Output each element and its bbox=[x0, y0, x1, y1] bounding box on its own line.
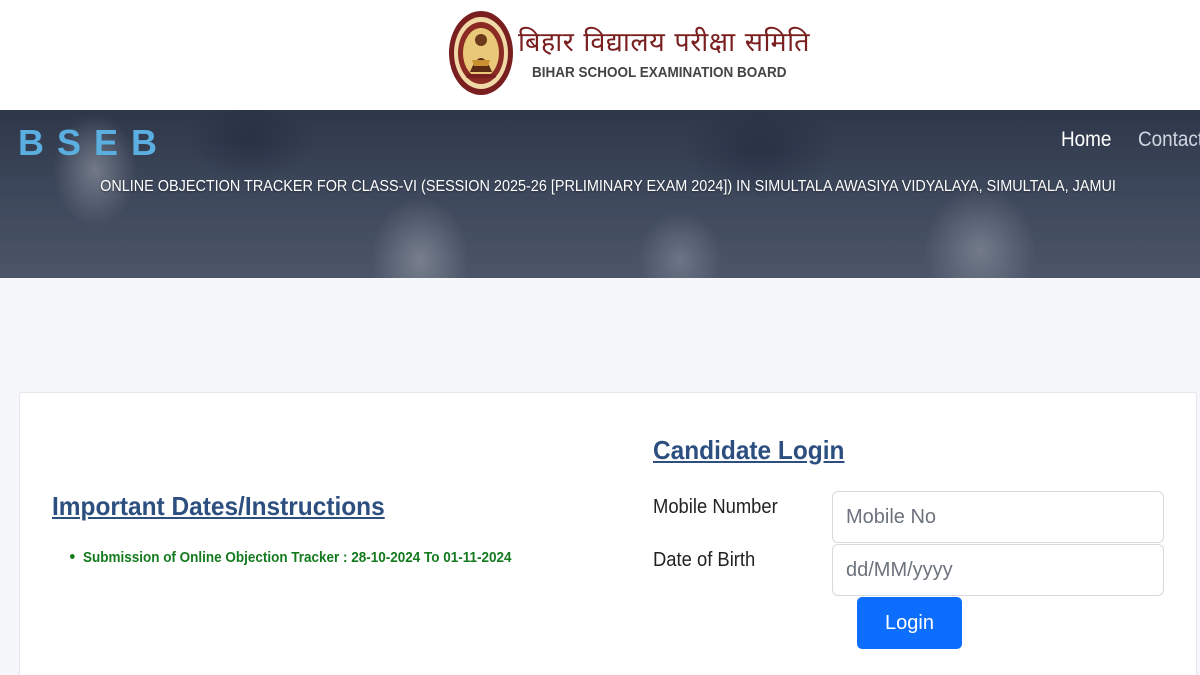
instruction-text: Submission of Online Objection Tracker :… bbox=[83, 550, 512, 566]
mobile-label: Mobile Number bbox=[653, 496, 778, 518]
content-card: Important Dates/Instructions Submission … bbox=[19, 392, 1197, 675]
mobile-input[interactable] bbox=[832, 491, 1164, 543]
logo-english-text: BIHAR SCHOOL EXAMINATION BOARD bbox=[532, 64, 787, 81]
page-title: ONLINE OBJECTION TRACKER FOR CLASS-VI (S… bbox=[100, 178, 1116, 195]
site-header: बिहार विद्यालय परीक्षा समिति BIHAR SCHOO… bbox=[0, 0, 1200, 110]
login-heading: Candidate Login bbox=[653, 435, 845, 465]
nav-contact-link[interactable]: Contact bbox=[1138, 128, 1200, 152]
brand-title[interactable]: BSEB bbox=[18, 122, 170, 164]
list-item: Submission of Online Objection Tracker :… bbox=[70, 550, 511, 566]
instructions-heading: Important Dates/Instructions bbox=[52, 491, 385, 521]
bullet-icon bbox=[70, 553, 75, 559]
instructions-list: Submission of Online Objection Tracker :… bbox=[70, 550, 545, 566]
login-button[interactable]: Login bbox=[857, 597, 962, 649]
bseb-logo[interactable]: बिहार विद्यालय परीक्षा समिति BIHAR SCHOO… bbox=[446, 8, 810, 100]
logo-hindi-text: बिहार विद्यालय परीक्षा समिति bbox=[518, 27, 811, 58]
dob-input[interactable] bbox=[832, 544, 1164, 596]
bseb-seal-icon bbox=[449, 11, 513, 95]
nav-home-link[interactable]: Home bbox=[1061, 128, 1111, 152]
dob-label: Date of Birth bbox=[653, 549, 756, 571]
hero-banner: BSEB Home Contact ONLINE OBJECTION TRACK… bbox=[0, 110, 1200, 278]
